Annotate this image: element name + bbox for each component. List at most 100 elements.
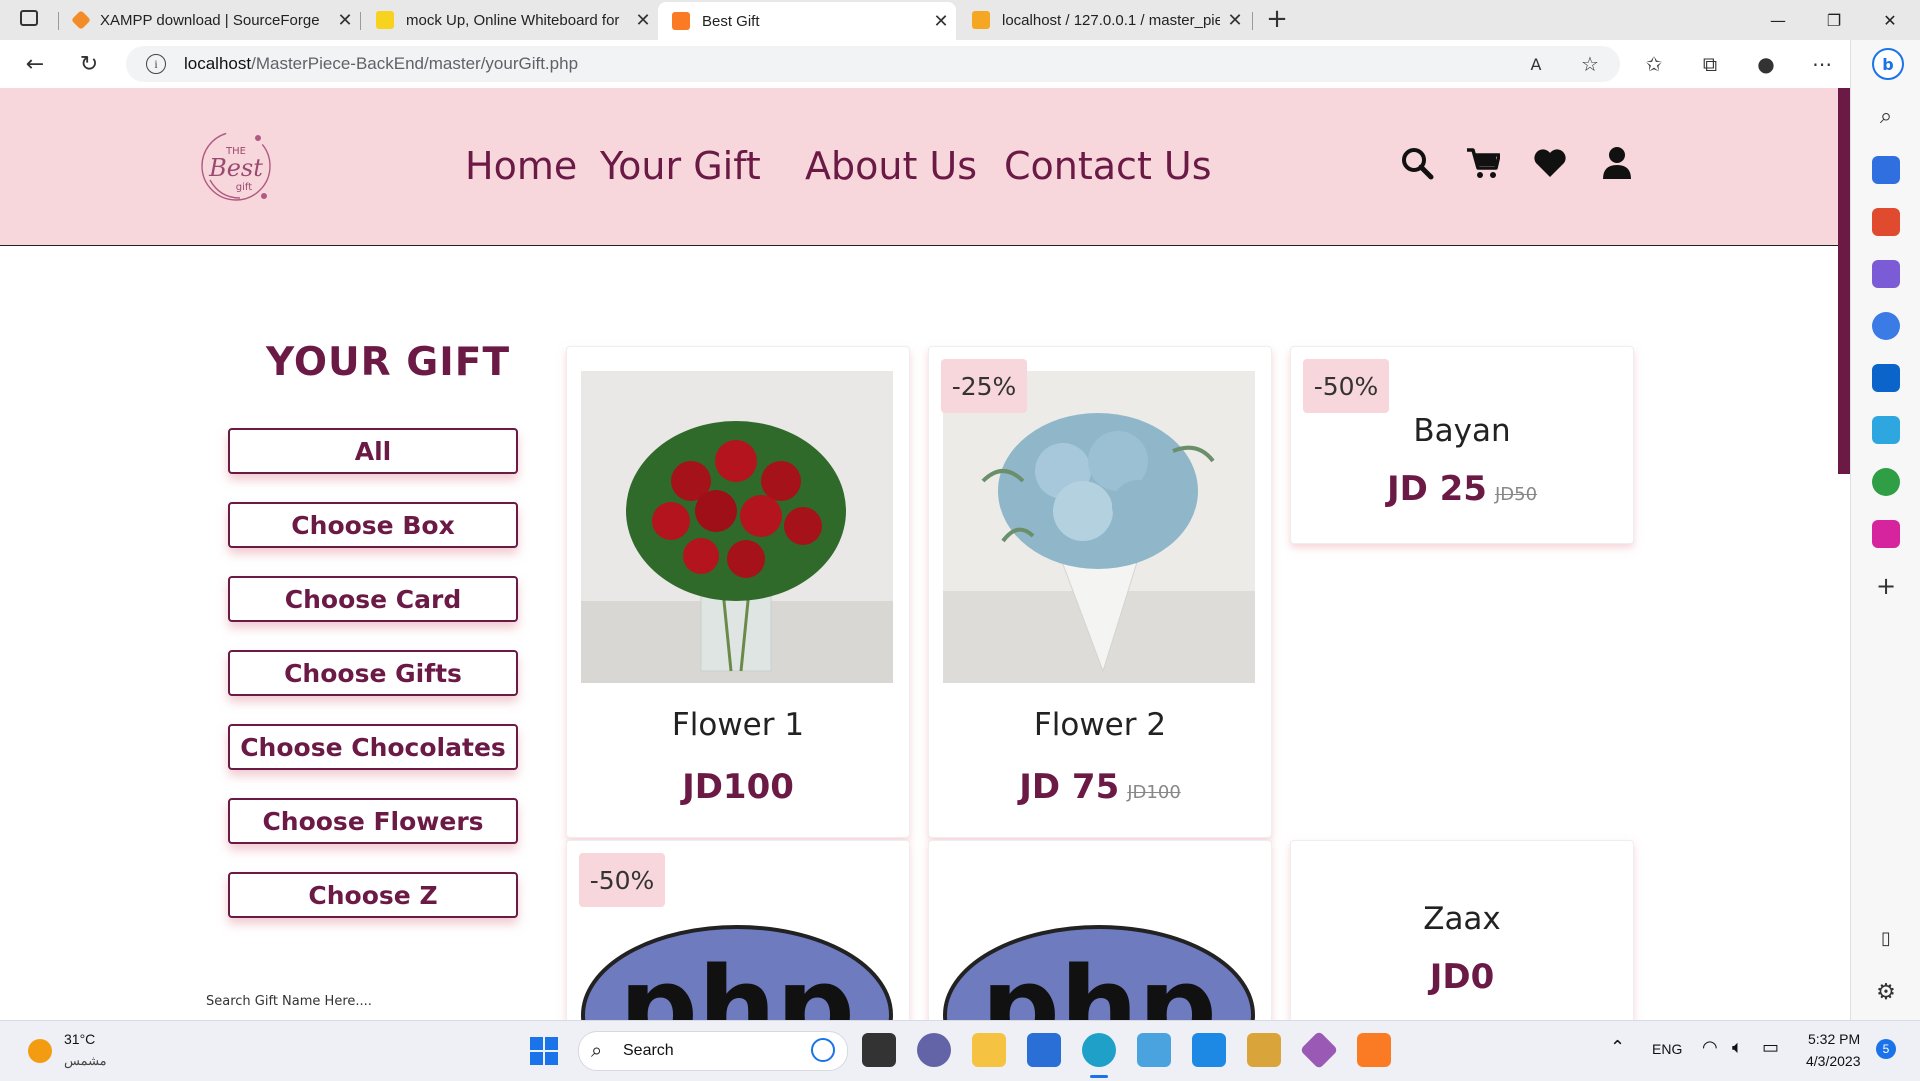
category-all-button[interactable]: All: [228, 428, 518, 474]
best-gift-logo[interactable]: THE Best gift: [196, 118, 276, 214]
restore-button[interactable]: ❐: [1806, 0, 1862, 40]
tab-xampp[interactable]: XAMPP download | SourceForge ✕: [60, 4, 360, 36]
category-card-button[interactable]: Choose Card: [228, 576, 518, 622]
tab-phpmyadmin[interactable]: localhost / 127.0.0.1 / master_pie ✕: [958, 4, 1250, 36]
php-logo-image: php: [581, 925, 893, 1020]
nav-your-gift[interactable]: Your Gift: [600, 144, 761, 188]
category-chocolates-button[interactable]: Choose Chocolates: [228, 724, 518, 770]
svg-text:php: php: [981, 943, 1217, 1020]
close-icon[interactable]: ✕: [1220, 10, 1250, 31]
git-icon[interactable]: [1299, 1030, 1339, 1070]
tab-actions-icon[interactable]: [20, 10, 38, 26]
product-name: Flower 1: [671, 707, 805, 743]
clock-time[interactable]: 5:32 PM: [1808, 1031, 1860, 1047]
file-explorer-icon[interactable]: [972, 1033, 1006, 1067]
send-icon[interactable]: [1872, 416, 1900, 444]
web-page: THE Best gift Home Your Gift About Us Co…: [0, 88, 1838, 1020]
close-icon[interactable]: ✕: [330, 10, 360, 31]
cart-icon[interactable]: [1466, 146, 1500, 180]
active-app-indicator: [1090, 1075, 1108, 1078]
office-icon[interactable]: [1872, 312, 1900, 340]
volume-icon[interactable]: 🔈︎: [1732, 1037, 1743, 1058]
store-icon[interactable]: [1027, 1033, 1061, 1067]
discount-badge: -50%: [579, 853, 665, 907]
discount-badge: -25%: [941, 359, 1027, 413]
battery-icon[interactable]: ▭: [1762, 1037, 1779, 1058]
product-name: Bayan: [1413, 413, 1511, 449]
product-card[interactable]: php: [928, 840, 1272, 1020]
chevron-up-icon[interactable]: ⌃: [1610, 1037, 1625, 1058]
miro-icon: [376, 11, 394, 29]
product-price: JD0: [1429, 957, 1495, 997]
wifi-icon[interactable]: ◠: [1702, 1037, 1718, 1058]
product-price: JD 75 JD100: [1019, 767, 1181, 807]
new-tab-button[interactable]: +: [1262, 4, 1292, 36]
search-gift-input[interactable]: Search Gift Name Here....: [206, 994, 372, 1009]
blue-hydrangea-image: [943, 371, 1255, 683]
taskbar-search[interactable]: ⌕ Search: [578, 1031, 848, 1071]
product-card[interactable]: Flower 1 JD100: [566, 346, 910, 838]
read-aloud-icon[interactable]: A: [1522, 50, 1550, 78]
outlook-icon[interactable]: [1872, 364, 1900, 392]
split-view-icon[interactable]: ▯: [1872, 924, 1900, 952]
weather-icon[interactable]: [28, 1039, 52, 1063]
product-card[interactable]: -50% Bayan JD 25 JD50: [1290, 346, 1634, 544]
language-indicator[interactable]: ENG: [1652, 1041, 1682, 1057]
heart-icon[interactable]: [1533, 146, 1567, 180]
xampp-icon: [672, 12, 690, 30]
nav-about-us[interactable]: About Us: [805, 144, 977, 188]
scrollbar-thumb[interactable]: [1838, 88, 1850, 474]
nav-home[interactable]: Home: [465, 144, 577, 188]
edge-icon[interactable]: [1082, 1033, 1116, 1067]
minimize-button[interactable]: —: [1750, 0, 1806, 40]
windows-start-icon[interactable]: [530, 1037, 558, 1065]
games-icon[interactable]: [1872, 260, 1900, 288]
more-icon[interactable]: ⋯: [1808, 50, 1836, 78]
url-field[interactable]: i localhost/MasterPiece-BackEnd/master/y…: [126, 46, 1620, 82]
clock-date[interactable]: 4/3/2023: [1806, 1053, 1861, 1069]
url-text: localhost/MasterPiece-BackEnd/master/you…: [184, 54, 579, 73]
shopping-icon[interactable]: [1872, 156, 1900, 184]
app-icon[interactable]: [1247, 1033, 1281, 1067]
profile-icon[interactable]: ●: [1752, 50, 1780, 78]
tools-icon[interactable]: [1872, 208, 1900, 236]
category-box-button[interactable]: Choose Box: [228, 502, 518, 548]
control-panel-icon[interactable]: [1137, 1033, 1171, 1067]
add-favorite-icon[interactable]: ☆: [1576, 50, 1604, 78]
taskbar: 31°C مشمس ⌕ Search ⌃ ENG ◠ 🔈︎ ▭ 5:32 PM …: [0, 1020, 1920, 1081]
tree-icon[interactable]: [1872, 468, 1900, 496]
collections-icon[interactable]: ⧉: [1696, 50, 1724, 78]
php-logo-image: php: [943, 925, 1255, 1020]
refresh-button[interactable]: ↻: [72, 48, 106, 80]
bing-icon[interactable]: b: [1872, 48, 1904, 80]
instagram-icon[interactable]: [1872, 520, 1900, 548]
add-icon[interactable]: +: [1872, 572, 1900, 600]
product-card[interactable]: -50% php: [566, 840, 910, 1020]
tab-best-gift[interactable]: Best Gift ✕: [658, 2, 956, 40]
page-title: YOUR GIFT: [266, 340, 511, 385]
category-flowers-button[interactable]: Choose Flowers: [228, 798, 518, 844]
site-info-icon[interactable]: i: [146, 54, 166, 74]
vscode-icon[interactable]: [1192, 1033, 1226, 1067]
product-name: Flower 2: [1033, 707, 1167, 743]
nav-contact-us[interactable]: Contact Us: [1004, 144, 1212, 188]
user-icon[interactable]: [1600, 146, 1634, 180]
category-gifts-button[interactable]: Choose Gifts: [228, 650, 518, 696]
back-button[interactable]: ←: [18, 48, 52, 80]
product-card[interactable]: -25% Flower 2 JD 75 JD100: [928, 346, 1272, 838]
search-icon[interactable]: ⌕: [1872, 102, 1900, 130]
close-icon[interactable]: ✕: [628, 10, 658, 31]
search-icon[interactable]: [1400, 146, 1434, 180]
tab-mockup[interactable]: mock Up, Online Whiteboard for ✕: [362, 4, 658, 36]
task-view-icon[interactable]: [862, 1033, 896, 1067]
close-window-button[interactable]: ✕: [1862, 0, 1918, 40]
xampp-icon[interactable]: [1357, 1033, 1391, 1067]
favorites-icon[interactable]: ✩: [1640, 50, 1668, 78]
teams-icon[interactable]: [917, 1033, 951, 1067]
product-card[interactable]: Zaax JD0: [1290, 840, 1634, 1020]
category-z-button[interactable]: Choose Z: [228, 872, 518, 918]
notification-badge[interactable]: 5: [1876, 1039, 1896, 1059]
weather-desc: مشمس: [64, 1053, 107, 1068]
close-icon[interactable]: ✕: [926, 11, 956, 32]
settings-icon[interactable]: ⚙: [1872, 978, 1900, 1006]
